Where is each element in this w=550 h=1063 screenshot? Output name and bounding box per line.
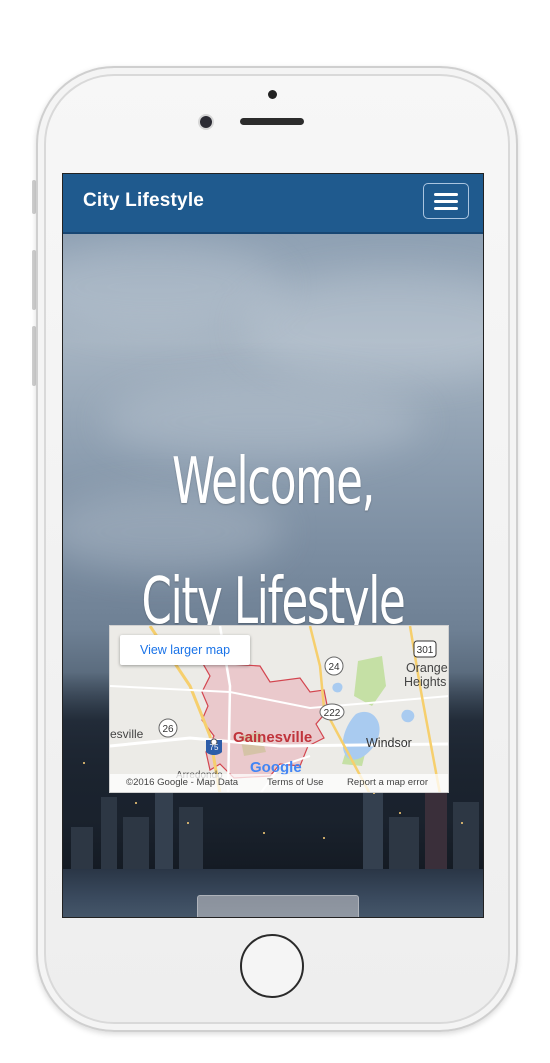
embedded-map[interactable]: 24 26 222 301 75 Gainesville Windsor Ora… <box>109 625 449 793</box>
brand-title[interactable]: City Lifestyle <box>83 190 204 212</box>
map-report-error-link[interactable]: Report a map error <box>347 774 428 792</box>
home-button-icon[interactable] <box>240 934 304 998</box>
route-26-label: 26 <box>162 724 174 735</box>
map-heights-label: Heights <box>404 675 446 689</box>
earpiece-speaker <box>240 118 304 125</box>
map-footer: ©2016 Google - Map Data Terms of Use Rep… <box>110 774 448 792</box>
map-orange-label: Orange <box>406 661 448 675</box>
route-301-label: 301 <box>417 645 434 656</box>
route-75-label: 75 <box>210 743 219 752</box>
front-camera-icon <box>200 116 212 128</box>
hero-title-line1: Welcome, <box>171 445 375 519</box>
hero-background: Welcome, City Lifestyle 24 26 222 301 75… <box>63 232 483 917</box>
map-terms-link[interactable]: Terms of Use <box>267 774 324 792</box>
navbar: City Lifestyle <box>63 174 483 234</box>
map-city-label: Gainesville <box>233 729 312 746</box>
route-222-label: 222 <box>324 708 341 719</box>
route-24-label: 24 <box>328 662 340 673</box>
hamburger-icon <box>434 192 458 196</box>
explore-now-button[interactable]: Explore Now! <box>197 895 359 917</box>
phone-screen: Welcome, City Lifestyle 24 26 222 301 75… <box>62 173 484 918</box>
map-esville-label: esville <box>110 727 144 741</box>
map-windsor-label: Windsor <box>366 736 412 750</box>
hamburger-menu-button[interactable] <box>423 183 469 219</box>
map-copyright: ©2016 Google - Map Data <box>126 777 239 788</box>
view-larger-map-link[interactable]: View larger map <box>120 635 250 665</box>
proximity-sensor <box>268 90 277 99</box>
